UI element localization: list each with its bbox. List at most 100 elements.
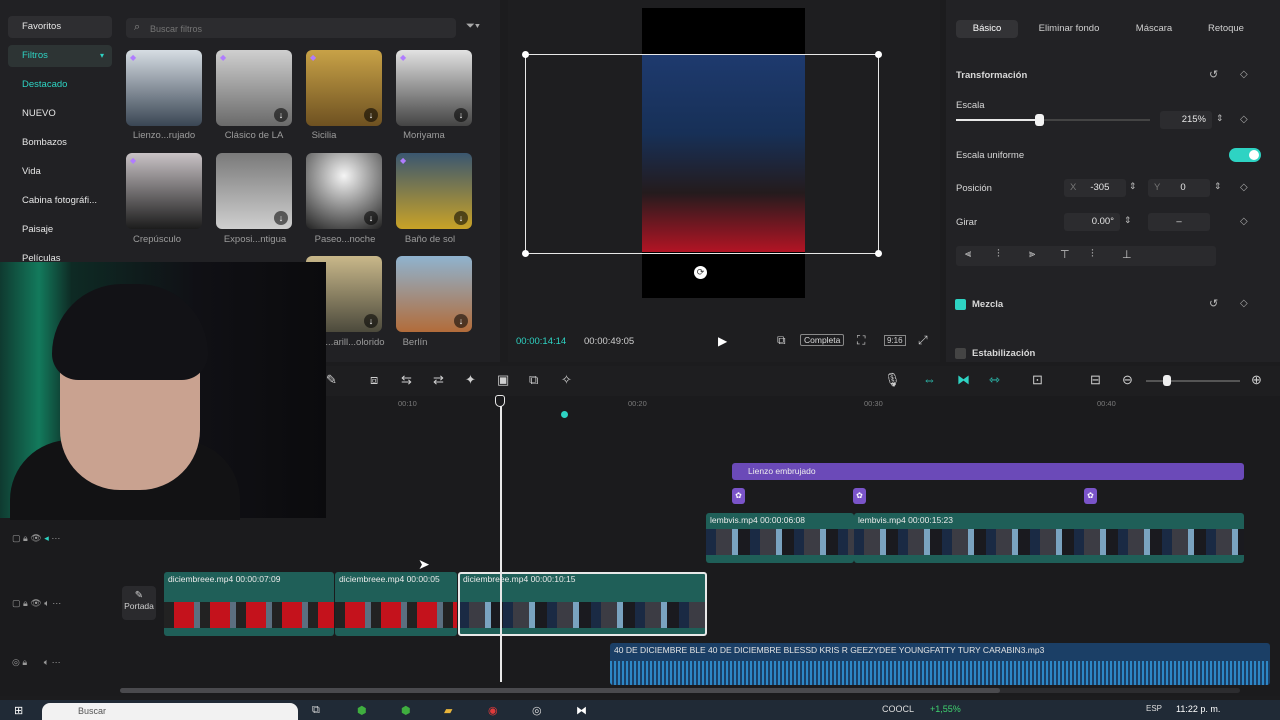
- lock-icon[interactable]: 🔒︎: [23, 598, 28, 608]
- reset-icon[interactable]: ↺: [1209, 68, 1218, 81]
- magnet-icon[interactable]: ⧓: [957, 372, 970, 388]
- more-icon[interactable]: ⋯: [52, 598, 61, 608]
- speaker-icon[interactable]: 🔈︎: [44, 657, 49, 667]
- pos-y-input[interactable]: Y0: [1148, 179, 1210, 197]
- effect-keyframe-icon[interactable]: ✿: [732, 488, 745, 504]
- microphone-icon[interactable]: 🎙: [884, 372, 901, 388]
- zoom-slider-knob[interactable]: [1163, 375, 1171, 386]
- caption-icon[interactable]: ⊟: [1090, 372, 1101, 388]
- keyframe-icon[interactable]: ◇: [1240, 69, 1248, 80]
- ratio-button[interactable]: Completa: [800, 334, 845, 346]
- eye-icon[interactable]: 👁︎: [30, 598, 41, 608]
- rotate-input[interactable]: 0.00°: [1064, 213, 1120, 231]
- category-paisaje[interactable]: Paisaje: [8, 219, 112, 241]
- align-center-h-icon[interactable]: ⫶: [997, 248, 1000, 261]
- snap-icon[interactable]: ⇿: [989, 372, 1000, 388]
- blend-checkbox[interactable]: [955, 299, 966, 310]
- capcut-icon[interactable]: ⧓: [576, 704, 587, 717]
- stepper-icon[interactable]: ⇕: [1214, 181, 1222, 192]
- track-frame-icon[interactable]: ▢: [12, 598, 21, 608]
- fullscreen-icon[interactable]: ⤢: [918, 333, 928, 348]
- audio-track-icon[interactable]: ◎: [12, 657, 20, 667]
- audio-icon[interactable]: ◂: [44, 533, 49, 543]
- playhead[interactable]: [500, 400, 502, 682]
- app-icon[interactable]: ◉: [488, 704, 498, 717]
- freeze-icon[interactable]: ⧈: [370, 372, 378, 388]
- sort-filter-icon[interactable]: ⏷▾: [466, 20, 492, 36]
- tab-retoque[interactable]: Retoque: [1196, 20, 1256, 38]
- effect-keyframe-icon[interactable]: ✿: [1084, 488, 1097, 504]
- timeline-scrollbar-thumb[interactable]: [120, 688, 1000, 693]
- category-favoritos[interactable]: Favoritos: [8, 16, 112, 38]
- preview-icon[interactable]: ⊡: [1032, 372, 1043, 388]
- zoom-fit-icon[interactable]: ⛶: [857, 333, 865, 348]
- align-left-icon[interactable]: ⫷: [965, 248, 971, 261]
- ai-icon[interactable]: ✧: [561, 372, 572, 388]
- marker-icon[interactable]: [561, 411, 568, 418]
- taskbar-search[interactable]: Buscar: [42, 703, 298, 720]
- rotate-dash[interactable]: –: [1148, 213, 1210, 231]
- text-clip[interactable]: Lienzo embrujado: [732, 463, 1244, 480]
- tab-eliminar-fondo[interactable]: Eliminar fondo: [1030, 20, 1108, 38]
- category-cabina[interactable]: Cabina fotográfi...: [8, 190, 112, 212]
- resize-handle[interactable]: [522, 51, 529, 58]
- rotate-handle-icon[interactable]: ⟳: [694, 266, 707, 279]
- link-icon[interactable]: ⇔: [923, 372, 936, 387]
- stepper-icon[interactable]: ⇕: [1124, 215, 1132, 226]
- reset-icon[interactable]: ↺: [1209, 297, 1218, 310]
- reverse-icon[interactable]: ⇆: [401, 372, 412, 388]
- edit-tool-icon[interactable]: ✎: [326, 372, 337, 388]
- lock-icon[interactable]: 🔒︎: [23, 533, 28, 543]
- zoom-in-icon[interactable]: ⊕: [1251, 372, 1262, 388]
- overlay-clip[interactable]: lembvis.mp4 00:00:06:08: [706, 513, 854, 563]
- magic-icon[interactable]: ✦: [465, 372, 476, 388]
- stabilize-checkbox[interactable]: [955, 348, 966, 359]
- transform-box[interactable]: [522, 51, 882, 257]
- main-clip[interactable]: diciembreee.mp4 00:00:07:09: [164, 572, 334, 636]
- filter-thumb-moriyama[interactable]: ◆ ↓: [396, 50, 472, 126]
- tab-basico[interactable]: Básico: [956, 20, 1018, 38]
- filter-thumb-berlin[interactable]: ↓: [396, 256, 472, 332]
- filter-thumb-lienzo[interactable]: ◆: [126, 50, 202, 126]
- pos-x-input[interactable]: X -305: [1064, 179, 1126, 197]
- audio-clip[interactable]: 40 DE DICIEMBRE BLE 40 DE DICIEMBRE BLES…: [610, 643, 1270, 685]
- app-icon[interactable]: ⬢: [401, 704, 411, 717]
- cover-button[interactable]: ✎ Portada: [122, 586, 156, 620]
- crop-tool-icon[interactable]: ▣: [497, 372, 509, 388]
- category-bombazos[interactable]: Bombazos: [8, 132, 112, 154]
- task-view-icon[interactable]: ⧉: [312, 704, 320, 717]
- resize-handle[interactable]: [522, 250, 529, 257]
- filter-thumb-clasico[interactable]: ◆ ↓: [216, 50, 292, 126]
- crop-icon[interactable]: ⧉: [777, 333, 786, 348]
- filter-thumb-exposicion[interactable]: ↓: [216, 153, 292, 229]
- app-icon[interactable]: ◎: [532, 704, 542, 717]
- scale-input[interactable]: 215%: [1160, 111, 1212, 129]
- keyframe-icon[interactable]: ◇: [1240, 114, 1248, 125]
- align-right-icon[interactable]: ⫸: [1029, 248, 1035, 261]
- stepper-icon[interactable]: ⇕: [1129, 181, 1137, 192]
- category-vida[interactable]: Vida: [8, 161, 112, 183]
- windows-start-icon[interactable]: ⊞: [14, 704, 23, 717]
- align-top-icon[interactable]: ⊤: [1060, 248, 1070, 261]
- aspect-icon[interactable]: 9:16: [884, 335, 906, 346]
- category-filtros[interactable]: Filtros ▾: [8, 45, 112, 67]
- app-icon[interactable]: ⬢: [357, 704, 367, 717]
- filter-thumb-bano[interactable]: ◆ ↓: [396, 153, 472, 229]
- align-center-v-icon[interactable]: ⫶: [1091, 248, 1094, 261]
- resize-handle[interactable]: [875, 51, 882, 58]
- main-clip[interactable]: diciembreee.mp4 00:00:05: [335, 572, 457, 636]
- keyframe-icon[interactable]: ◇: [1240, 182, 1248, 193]
- keyframe-icon[interactable]: ◇: [1240, 216, 1248, 227]
- playhead-handle[interactable]: [495, 395, 505, 407]
- resize-handle[interactable]: [875, 250, 882, 257]
- filter-search[interactable]: ⌕: [126, 18, 456, 38]
- mirror-icon[interactable]: ⇄: [433, 372, 444, 388]
- more-icon[interactable]: ⋯: [52, 657, 61, 667]
- uniform-scale-toggle[interactable]: [1229, 148, 1261, 162]
- eye-icon[interactable]: 👁︎: [30, 533, 41, 543]
- zoom-slider[interactable]: [1146, 380, 1240, 382]
- smart-crop-icon[interactable]: ⧉: [529, 372, 538, 388]
- overlay-clip[interactable]: lembvis.mp4 00:00:15:23: [854, 513, 1244, 563]
- play-icon[interactable]: ▶: [718, 334, 727, 348]
- filter-thumb-crepusculo[interactable]: ◆: [126, 153, 202, 229]
